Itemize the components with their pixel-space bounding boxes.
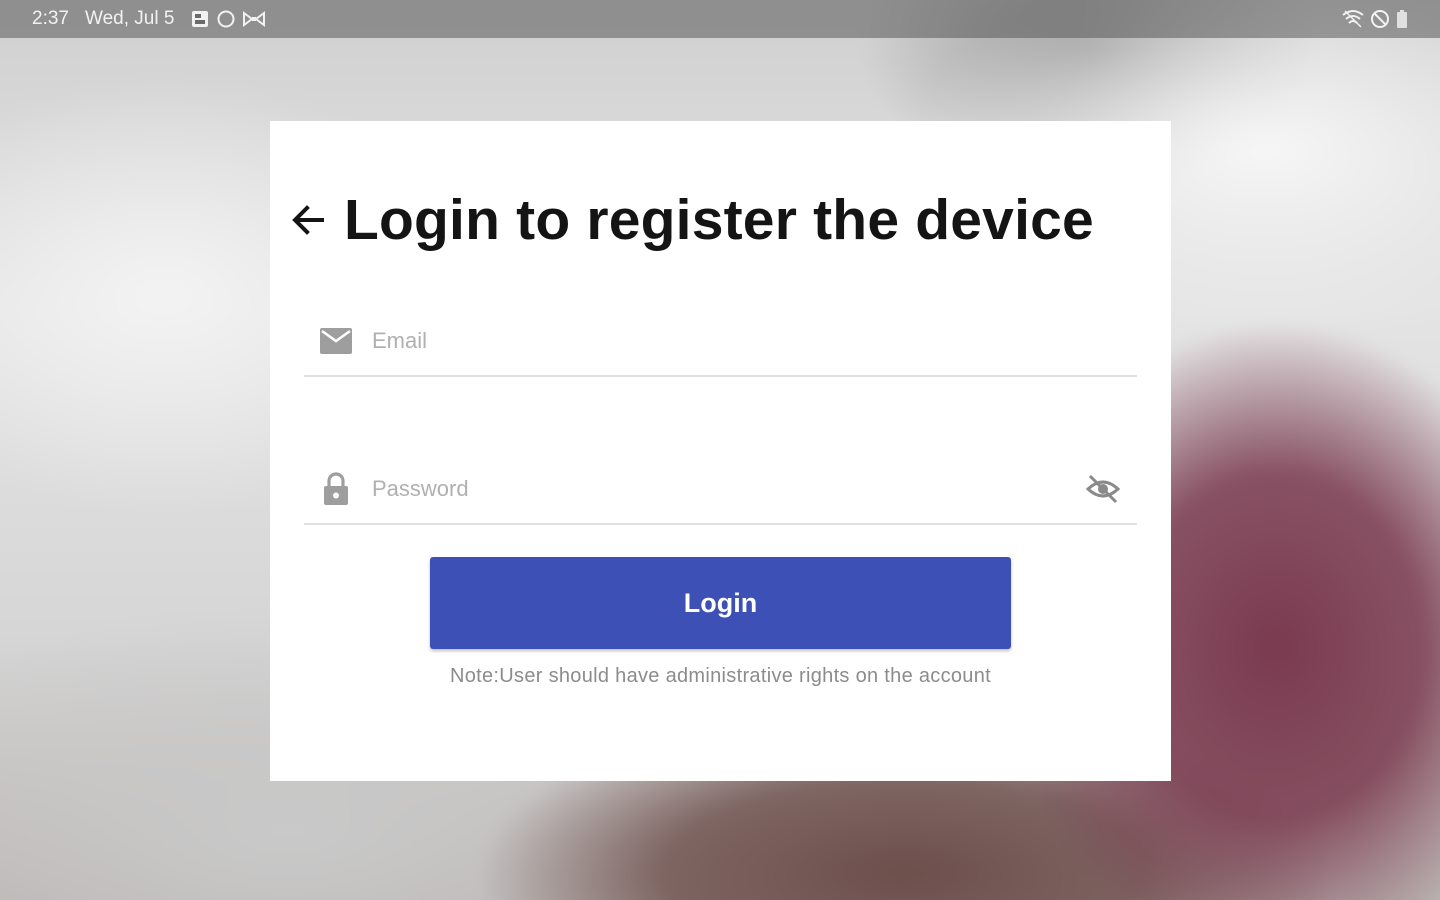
bowtie-icon — [242, 9, 266, 29]
page-title: Login to register the device — [344, 188, 1094, 252]
login-card: Login to register the device Login Note:… — [270, 121, 1171, 781]
status-date: Wed, Jul 5 — [84, 8, 175, 29]
do-not-disturb-icon — [1370, 9, 1390, 29]
eye-off-icon[interactable] — [1083, 469, 1123, 509]
gallery-icon — [190, 9, 210, 29]
email-field — [304, 307, 1137, 377]
system-icons — [1342, 9, 1408, 29]
circle-icon — [216, 9, 236, 29]
password-field — [304, 455, 1137, 525]
battery-icon — [1396, 9, 1408, 29]
password-input[interactable] — [372, 469, 1083, 509]
notification-icons — [190, 9, 266, 29]
admin-rights-note: Note:User should have administrative rig… — [449, 665, 991, 687]
header-row: Login to register the device — [288, 187, 1094, 253]
login-button[interactable]: Login — [430, 557, 1011, 649]
email-icon — [318, 323, 354, 359]
email-input[interactable] — [372, 321, 1137, 361]
status-bar: 2:37 Wed, Jul 5 — [0, 0, 1440, 38]
status-time: 2:37 — [32, 8, 69, 29]
wifi-icon — [1342, 9, 1364, 29]
back-arrow-icon[interactable] — [288, 200, 328, 240]
lock-icon — [318, 471, 354, 507]
